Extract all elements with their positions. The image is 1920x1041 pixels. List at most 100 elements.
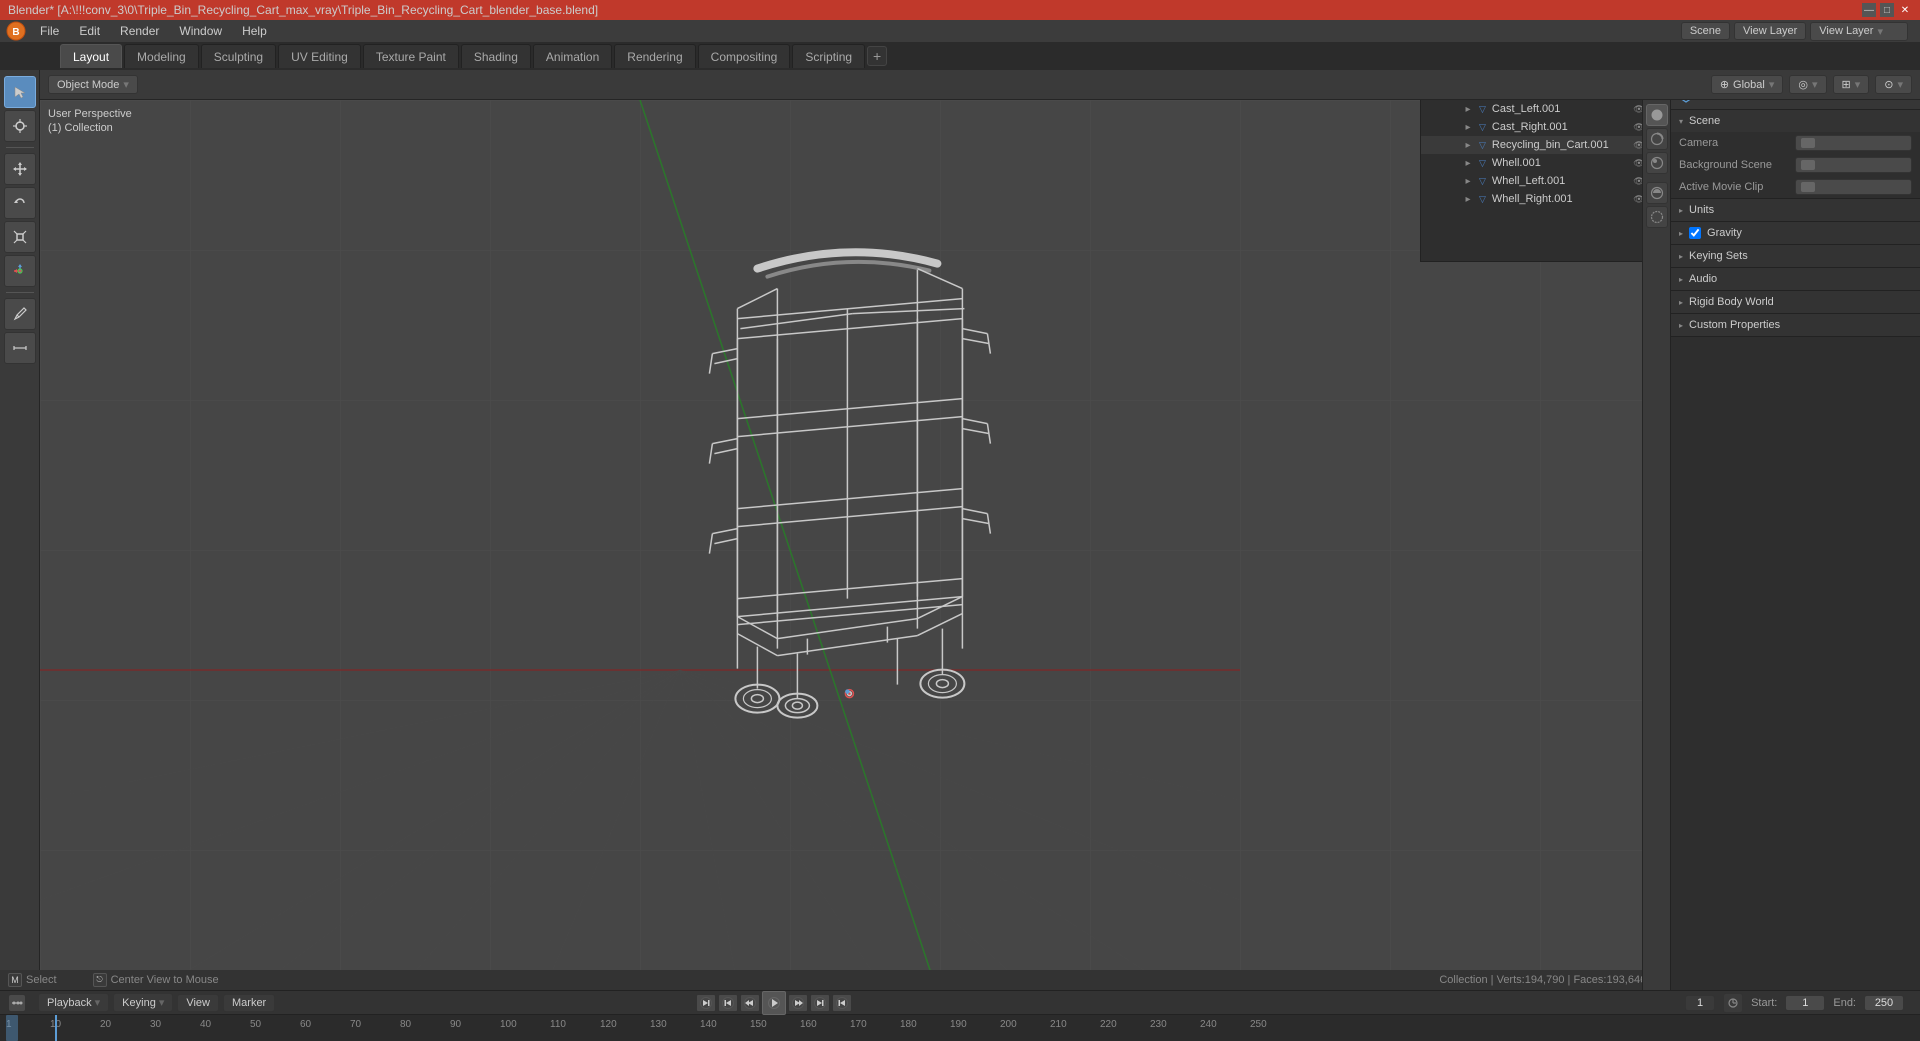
- frame-num-80: 80: [400, 1019, 411, 1030]
- outliner-item-recycling-cart[interactable]: ▸ ▽ Recycling_bin_Cart.001 👁 📷: [1421, 136, 1670, 154]
- menu-file[interactable]: File: [32, 21, 67, 41]
- close-button[interactable]: ✕: [1898, 3, 1912, 17]
- tab-animation[interactable]: Animation: [533, 44, 612, 68]
- tl-next-keyframe-button[interactable]: [810, 994, 830, 1012]
- workspace-tabs: Layout Modeling Sculpting UV Editing Tex…: [0, 42, 1920, 70]
- viewport-pivot-selector[interactable]: ◎ ▾: [1789, 75, 1826, 94]
- tab-modeling[interactable]: Modeling: [124, 44, 199, 68]
- tab-sculpting[interactable]: Sculpting: [201, 44, 276, 68]
- frame-num-20: 20: [100, 1019, 111, 1030]
- scene-section-header[interactable]: ▾ Scene: [1671, 110, 1920, 132]
- frame-num-170: 170: [850, 1019, 867, 1030]
- tab-scripting[interactable]: Scripting: [792, 44, 865, 68]
- vp-xray-toggle[interactable]: [1646, 206, 1668, 228]
- active-movie-clip-value[interactable]: [1795, 179, 1912, 195]
- tl-play-start-button[interactable]: [832, 994, 852, 1012]
- tab-texture-paint[interactable]: Texture Paint: [363, 44, 459, 68]
- marker-dropdown[interactable]: Marker: [223, 994, 275, 1012]
- properties-panel: Scene ▾ Scene Camera Background Scene: [1670, 42, 1920, 990]
- minimize-button[interactable]: —: [1862, 3, 1876, 17]
- mesh-type-icon-5: ▽: [1479, 176, 1486, 187]
- frame-type-icon[interactable]: [1723, 993, 1743, 1013]
- viewport-snap-toggle[interactable]: ⊞ ▾: [1833, 75, 1870, 94]
- keying-sets-arrow: ▸: [1679, 252, 1683, 261]
- outliner-item-name-1: Cast_Left.001: [1492, 103, 1628, 115]
- outliner-item-cast-left[interactable]: ▸ ▽ Cast_Left.001 👁 📷: [1421, 100, 1670, 118]
- annotate-tool-button[interactable]: [4, 298, 36, 330]
- outliner-item-whell-right[interactable]: ▸ ▽ Whell_Right.001 👁 📷: [1421, 190, 1670, 208]
- tl-next-frame-button[interactable]: [788, 994, 808, 1012]
- blender-logo-icon[interactable]: B: [4, 19, 28, 43]
- vp-render-mode-rendered[interactable]: [1646, 152, 1668, 174]
- move-tool-button[interactable]: [4, 153, 36, 185]
- viewport-global-selector[interactable]: ⊕ Global ▾: [1711, 75, 1784, 94]
- outliner-item-cast-right[interactable]: ▸ ▽ Cast_Right.001 👁 📷: [1421, 118, 1670, 136]
- tab-shading[interactable]: Shading: [461, 44, 531, 68]
- playback-dropdown[interactable]: Playback ▾: [38, 993, 109, 1012]
- scale-tool-button[interactable]: [4, 221, 36, 253]
- menu-window[interactable]: Window: [171, 21, 230, 41]
- timeline: Playback ▾ Keying ▾ View Marker: [0, 990, 1920, 1040]
- timeline-type-icon[interactable]: [8, 994, 26, 1012]
- menu-render[interactable]: Render: [112, 21, 167, 41]
- tl-prev-keyframe-button[interactable]: [718, 994, 738, 1012]
- viewport-proportional-toggle[interactable]: ⊙ ▾: [1875, 75, 1912, 94]
- vp-overlay-toggle[interactable]: [1646, 182, 1668, 204]
- rotate-tool-button[interactable]: [4, 187, 36, 219]
- maximize-button[interactable]: □: [1880, 3, 1894, 17]
- vp-render-mode-material[interactable]: [1646, 128, 1668, 150]
- tab-rendering[interactable]: Rendering: [614, 44, 695, 68]
- background-scene-value[interactable]: [1795, 157, 1912, 173]
- custom-props-arrow: ▸: [1679, 321, 1683, 330]
- camera-label: Camera: [1679, 137, 1789, 149]
- outliner-item-whell[interactable]: ▸ ▽ Whell.001 👁 📷: [1421, 154, 1670, 172]
- collection-text: (1) Collection: [48, 122, 132, 134]
- menu-edit[interactable]: Edit: [71, 21, 108, 41]
- render-engine-selector[interactable]: View Layer ▾: [1810, 22, 1908, 41]
- mesh-type-icon-3: ▽: [1479, 140, 1486, 151]
- units-section-header[interactable]: ▸ Units: [1671, 199, 1920, 221]
- center-view-status-label: Center View to Mouse: [111, 974, 219, 986]
- tab-compositing[interactable]: Compositing: [698, 44, 791, 68]
- current-frame-highlight: [6, 1015, 18, 1041]
- view-dropdown[interactable]: View: [177, 994, 219, 1012]
- viewport-mode-selector[interactable]: Object Mode ▾: [48, 75, 138, 94]
- add-workspace-button[interactable]: +: [867, 46, 887, 66]
- measure-tool-button[interactable]: [4, 332, 36, 364]
- background-scene-field: Background Scene: [1671, 154, 1920, 176]
- timeline-body[interactable]: 1 10 20 30 40 50 60 70 80 90 100 110 120…: [0, 1015, 1920, 1041]
- keying-sets-header[interactable]: ▸ Keying Sets: [1671, 245, 1920, 267]
- frame-num-200: 200: [1000, 1019, 1017, 1030]
- title-bar-controls: — □ ✕: [1862, 3, 1912, 17]
- outliner-item-whell-left[interactable]: ▸ ▽ Whell_Left.001 👁 📷: [1421, 172, 1670, 190]
- vp-render-mode-solid[interactable]: [1646, 104, 1668, 126]
- tl-play-end-button[interactable]: [696, 994, 716, 1012]
- view-layer-selector[interactable]: View Layer: [1734, 22, 1806, 40]
- audio-arrow: ▸: [1679, 275, 1683, 284]
- custom-properties-label: Custom Properties: [1689, 319, 1780, 331]
- cursor-tool-button[interactable]: [4, 110, 36, 142]
- rigid-body-label: Rigid Body World: [1689, 296, 1774, 308]
- start-frame-label: Start:: [1751, 997, 1777, 1009]
- tl-prev-frame-button[interactable]: [740, 994, 760, 1012]
- gravity-checkbox[interactable]: [1689, 227, 1701, 239]
- units-section: ▸ Units: [1671, 199, 1920, 222]
- keying-dropdown[interactable]: Keying ▾: [113, 993, 173, 1012]
- camera-value[interactable]: [1795, 135, 1912, 151]
- keying-sets-section: ▸ Keying Sets: [1671, 245, 1920, 268]
- start-frame-value[interactable]: 1: [1785, 995, 1825, 1011]
- camera-icon: [1801, 138, 1815, 148]
- audio-section-header[interactable]: ▸ Audio: [1671, 268, 1920, 290]
- tab-uv-editing[interactable]: UV Editing: [278, 44, 361, 68]
- rigid-body-world-header[interactable]: ▸ Rigid Body World: [1671, 291, 1920, 313]
- gravity-section-header[interactable]: ▸ Gravity: [1671, 222, 1920, 244]
- custom-properties-header[interactable]: ▸ Custom Properties: [1671, 314, 1920, 336]
- current-frame-display[interactable]: 1: [1685, 995, 1715, 1011]
- menu-help[interactable]: Help: [234, 21, 275, 41]
- end-frame-value[interactable]: 250: [1864, 995, 1904, 1011]
- transform-tool-button[interactable]: [4, 255, 36, 287]
- scene-selector[interactable]: Scene: [1681, 22, 1730, 40]
- tab-layout[interactable]: Layout: [60, 44, 122, 68]
- select-tool-button[interactable]: [4, 76, 36, 108]
- tl-play-button[interactable]: [762, 991, 786, 1015]
